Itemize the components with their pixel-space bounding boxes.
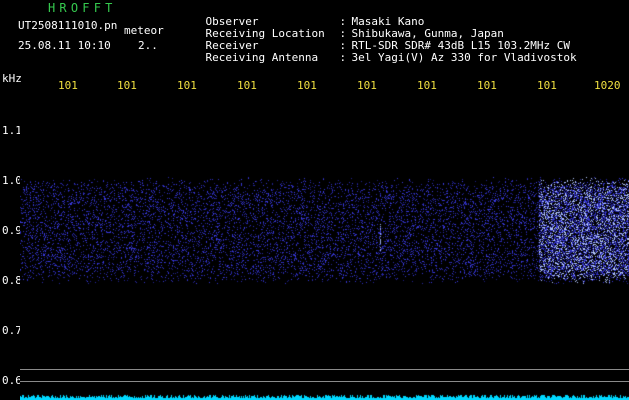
freq-tick-label: 1.1 [2,124,22,137]
date-time: 25.08.11 10:10 [18,39,111,52]
info-separator: : [339,51,347,64]
spectrogram-canvas [20,94,629,400]
app-title: HROFFT [48,1,117,15]
time-tick-label: 1020 [594,79,621,92]
time-tick-label: 101 [117,79,137,92]
time-tick-label: 101 [537,79,557,92]
freq-tick-label: 0.6 [2,374,22,387]
time-tick-label: 101 [177,79,197,92]
hrofft-window: HROFFT UT2508111010.pn meteor 25.08.11 1… [0,0,629,400]
time-tick-label: 101 [237,79,257,92]
reference-line [20,381,629,382]
time-tick-label: 101 [297,79,317,92]
freq-tick-label: 0.7 [2,324,22,337]
freq-tick-label: 0.8 [2,274,22,287]
antenna-label: Receiving Antenna [205,51,319,64]
freq-tick-label: 1.0 [2,174,22,187]
antenna-value: 3el Yagi(V) Az 330 for Vladivostok [351,51,577,64]
time-tick-label: 101 [477,79,497,92]
event-type-label: meteor [124,24,164,37]
freq-tick-label: 0.9 [2,224,22,237]
reference-line [20,369,629,370]
page-indicator: 2.. [138,39,158,52]
time-tick-label: 101 [357,79,377,92]
file-name: UT2508111010.pn [18,19,118,32]
time-tick-label: 101 [58,79,78,92]
antenna-row: Receiving Antenna:3el Yagi(V) Az 330 for… [179,41,577,74]
freq-axis-unit: kHz [2,72,22,85]
time-tick-label: 101 [417,79,437,92]
